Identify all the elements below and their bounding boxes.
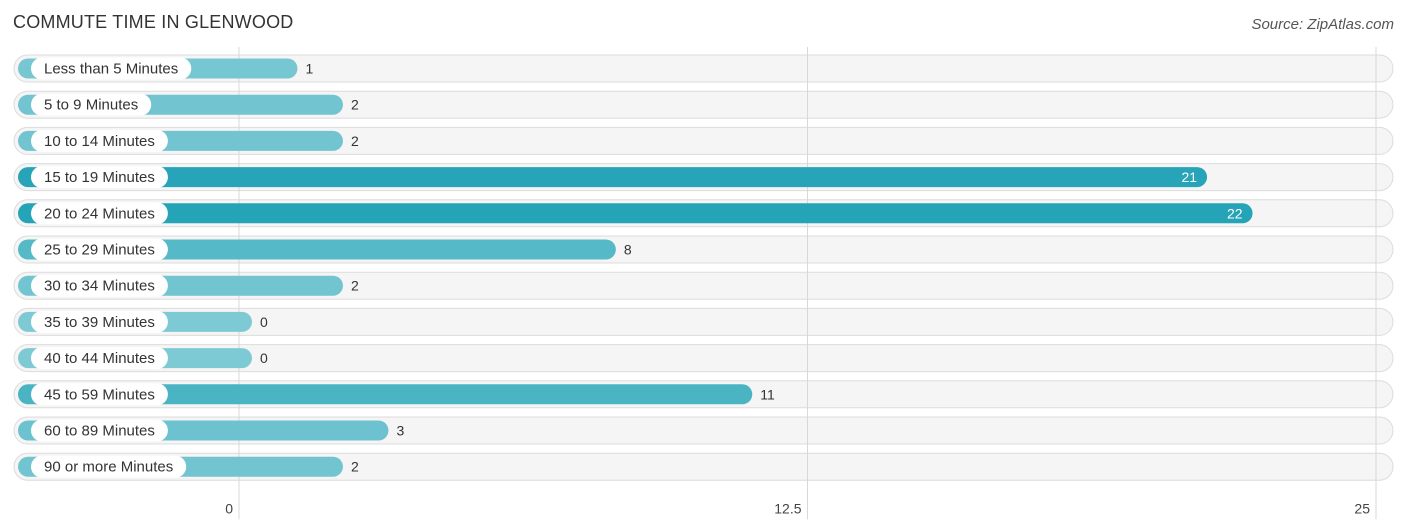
category-label: 5 to 9 Minutes [44, 97, 138, 114]
category-label: 25 to 29 Minutes [44, 242, 155, 259]
category-label: 90 or more Minutes [44, 459, 173, 476]
ticks-layer: 0 12.5 25 [225, 500, 1370, 516]
value-label: 0 [260, 350, 268, 366]
category-label: 60 to 89 Minutes [44, 423, 155, 440]
category-label: 45 to 59 Minutes [44, 386, 155, 403]
bar [18, 167, 1208, 188]
category-label: 30 to 34 Minutes [44, 278, 155, 295]
category-label: 20 to 24 Minutes [44, 205, 155, 222]
value-label: 2 [351, 278, 359, 294]
value-label: 3 [396, 423, 404, 439]
value-label: 2 [351, 97, 359, 113]
value-label: 2 [351, 133, 359, 149]
bars-layer: Less than 5 Minutes 1 5 to 9 Minutes 2 10 to… [18, 57, 1253, 478]
value-label: 0 [260, 314, 268, 330]
category-label: Less than 5 Minutes [44, 61, 178, 78]
x-tick-label: 12.5 [774, 500, 801, 516]
category-label: 15 to 19 Minutes [44, 169, 155, 186]
category-label: 40 to 44 Minutes [44, 350, 155, 367]
bar-chart: Less than 5 Minutes 1 5 to 9 Minutes 2 10 to… [13, 47, 1394, 520]
value-label: 22 [1227, 205, 1243, 221]
value-label: 8 [624, 242, 632, 258]
category-label: 10 to 14 Minutes [44, 133, 155, 150]
value-label: 11 [760, 386, 775, 402]
x-tick-label: 25 [1354, 500, 1370, 516]
bar [18, 203, 1253, 224]
value-label: 1 [305, 61, 313, 77]
value-label: 2 [351, 459, 359, 475]
value-label: 21 [1182, 169, 1198, 185]
rows-layer [13, 54, 1394, 481]
category-label: 35 to 39 Minutes [44, 314, 155, 331]
x-tick-label: 0 [225, 500, 233, 516]
